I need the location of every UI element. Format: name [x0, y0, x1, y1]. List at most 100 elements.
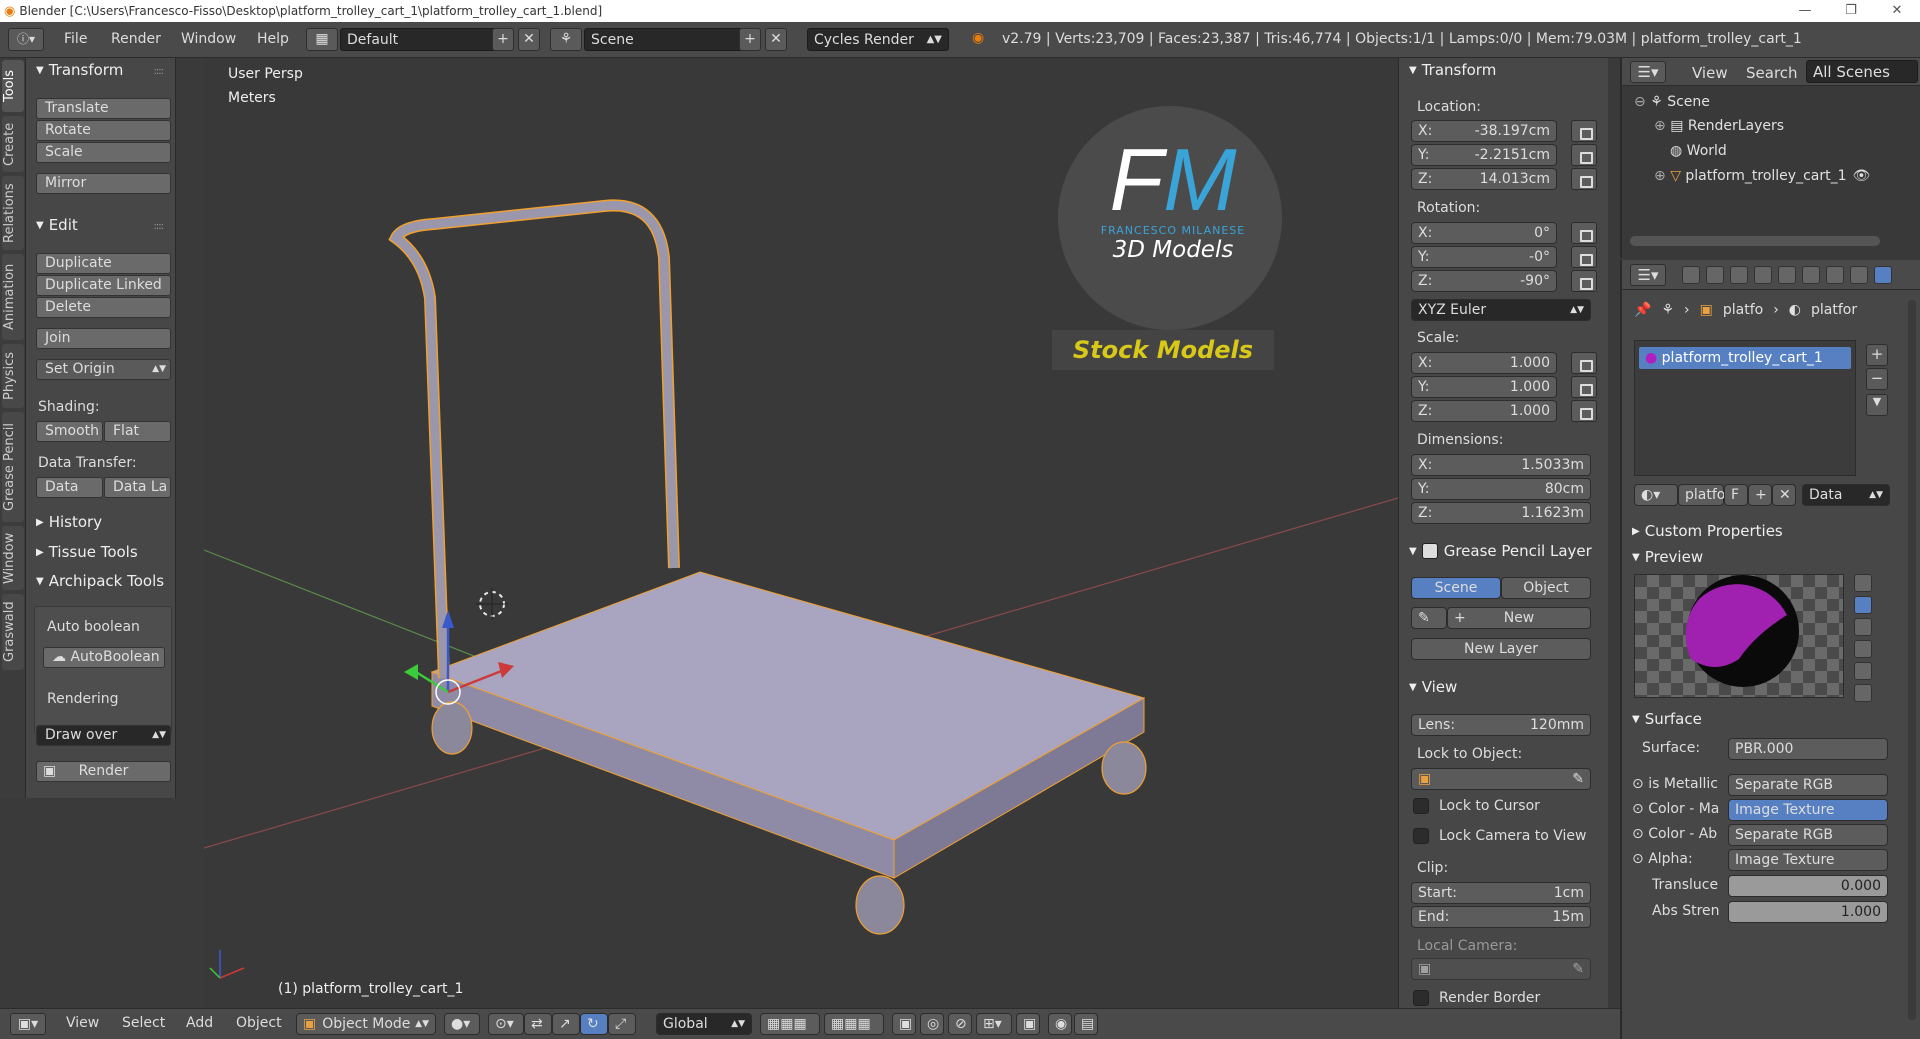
slot-menu-icon[interactable]: ▼ [1866, 394, 1888, 416]
clip-start-field[interactable]: Start: 1cm [1411, 882, 1591, 904]
layers-grid-a[interactable]: ▦▦▦ [760, 1013, 820, 1035]
rotate-manipulator-icon[interactable]: ↻ [580, 1013, 608, 1035]
cube-preview-icon[interactable] [1854, 618, 1872, 636]
lens-field[interactable]: Lens: 120mm [1411, 714, 1591, 736]
surface-shader-field[interactable]: PBR.000 [1728, 738, 1888, 760]
tab-grease-pencil[interactable]: Grease Pencil [2, 412, 24, 522]
custom-properties-header[interactable]: ▶ Custom Properties [1632, 522, 1783, 540]
scene-toggle-button[interactable]: Scene [1411, 577, 1501, 599]
dimension-y-field[interactable]: Y: 80cm [1411, 478, 1591, 500]
rotation-x-field[interactable]: X: 0° [1411, 222, 1557, 244]
new-material-icon[interactable]: + [1748, 484, 1772, 506]
editor-type-button[interactable]: ▣▾ [10, 1013, 46, 1035]
translucency-slider[interactable]: 0.000 [1728, 875, 1888, 897]
lock-to-cursor-checkbox[interactable] [1413, 798, 1429, 814]
render-tab-icon[interactable] [1682, 266, 1700, 284]
lock-icon[interactable] [1571, 376, 1597, 398]
menu-view[interactable]: View [66, 1015, 99, 1031]
snap-icon[interactable]: ⊘ [948, 1013, 972, 1035]
render-border-checkbox[interactable] [1413, 990, 1429, 1006]
editor-type-button[interactable]: ⓘ▾ [8, 28, 44, 51]
material-slots-list[interactable]: ● platform_trolley_cart_1 [1634, 340, 1856, 476]
outliner-item-renderlayers[interactable]: ⊕ ▤ RenderLayers [1654, 118, 1784, 134]
grip-icon[interactable]: :::: [154, 66, 165, 77]
duplicate-linked-button[interactable]: Duplicate Linked [36, 275, 171, 296]
flat-preview-icon[interactable] [1854, 574, 1872, 592]
scale-z-field[interactable]: Z: 1.000 [1411, 400, 1557, 422]
mode-dropdown[interactable]: ▣ Object Mode ▲▼ [296, 1013, 436, 1035]
data-button[interactable]: Data [36, 477, 103, 498]
tab-window[interactable]: Window [2, 526, 24, 590]
tissue-tools-panel-header[interactable]: ▶ Tissue Tools [36, 543, 138, 561]
screen-layout-icon[interactable]: ▦ [306, 28, 338, 51]
properties-type-icon[interactable]: ☰▾ [1630, 264, 1666, 286]
outliner-menu-view[interactable]: View [1692, 64, 1728, 82]
n-transform-header[interactable]: ▼ Transform [1409, 61, 1496, 79]
layers-grid-b[interactable]: ▦▦▦ [824, 1013, 884, 1035]
lock-icon[interactable] [1571, 270, 1597, 292]
tab-animation[interactable]: Animation [2, 254, 24, 340]
manipulator-toggle-icon[interactable]: ⇄ [524, 1013, 552, 1035]
outliner-item-trolley[interactable]: ⊕ ▽ platform_trolley_cart_1 👁 [1654, 168, 1920, 184]
input-2-link[interactable]: Separate RGB [1728, 824, 1888, 846]
view-panel-header[interactable]: ▼ View [1409, 678, 1457, 696]
outliner-scrollbar[interactable] [1630, 236, 1880, 246]
new-grease-pencil-button[interactable]: + New [1447, 607, 1591, 629]
menu-help[interactable]: Help [257, 31, 289, 47]
add-screen-icon[interactable]: + [492, 28, 514, 51]
menu-add[interactable]: Add [186, 1015, 213, 1031]
archipack-panel-header[interactable]: ▼ Archipack Tools [36, 572, 164, 590]
orientation-dropdown[interactable]: Global ▲▼ [656, 1013, 752, 1035]
preview-header[interactable]: ▼ Preview [1632, 548, 1703, 566]
lock-icon[interactable] [1571, 400, 1597, 422]
outliner-menu-search[interactable]: Search [1746, 64, 1798, 82]
world-tab-icon[interactable] [1754, 266, 1772, 284]
tab-relations[interactable]: Relations [2, 176, 24, 250]
lock-icon[interactable] [1571, 222, 1597, 244]
material-tab-icon[interactable] [1874, 266, 1892, 284]
data-tab-icon[interactable] [1850, 266, 1868, 284]
history-panel-header[interactable]: ▶ History [36, 513, 102, 531]
set-origin-dropdown[interactable]: Set Origin ▲▼ [36, 359, 171, 380]
data-layers-button[interactable]: Data La [104, 477, 171, 498]
grease-pencil-layer-header[interactable]: ▼ Grease Pencil Layer [1409, 542, 1592, 560]
remove-slot-icon[interactable]: − [1866, 368, 1888, 390]
eye-icon[interactable]: 👁 [1853, 168, 1871, 184]
menu-file[interactable]: File [64, 31, 87, 47]
pivot-icon[interactable]: ⊙▾ [488, 1013, 524, 1035]
tab-create[interactable]: Create [2, 116, 24, 172]
render-preview-icon[interactable]: ◉ [1048, 1013, 1072, 1035]
hair-preview-icon[interactable] [1854, 662, 1872, 680]
minimize-icon[interactable]: — [1782, 0, 1828, 22]
eyedropper-icon[interactable]: ✎ [1431, 771, 1584, 787]
translate-button[interactable]: Translate [36, 98, 171, 119]
surface-header[interactable]: ▼ Surface [1632, 710, 1702, 728]
fake-user-button[interactable]: F [1724, 484, 1748, 506]
translate-manipulator-icon[interactable]: ↗ [552, 1013, 580, 1035]
input-3-link[interactable]: Image Texture [1728, 849, 1888, 871]
lock-icon[interactable] [1571, 352, 1597, 374]
duplicate-button[interactable]: Duplicate [36, 253, 171, 274]
menu-object[interactable]: Object [236, 1015, 282, 1031]
remove-scene-icon[interactable]: ✕ [765, 28, 787, 51]
autoboolean-button[interactable]: ☁ AutoBoolean [43, 647, 165, 668]
smooth-button[interactable]: Smooth [36, 421, 103, 442]
scene-icon[interactable]: ⚘ [550, 28, 582, 51]
shading-mode-icon[interactable]: ●▾ [444, 1013, 480, 1035]
3d-viewport[interactable]: User Persp Meters FM FRANCESCO MILANESE … [204, 58, 1398, 1008]
outliner-filter-dropdown[interactable]: All Scenes [1806, 60, 1918, 83]
maximize-icon[interactable]: ❐ [1828, 0, 1874, 22]
lock-icon[interactable] [1571, 144, 1597, 166]
remove-screen-icon[interactable]: ✕ [518, 28, 540, 51]
outliner-item-scene[interactable]: ⊖ ⚘ Scene [1634, 94, 1710, 110]
unlink-material-icon[interactable]: ✕ [1772, 484, 1796, 506]
object-toggle-button[interactable]: Object [1501, 577, 1591, 599]
snap-target-icon[interactable]: ▣ [1016, 1013, 1040, 1035]
material-browse-icon[interactable]: ◐▾ [1634, 484, 1678, 506]
location-z-field[interactable]: Z: 14.013cm [1411, 168, 1557, 190]
rotation-mode-dropdown[interactable]: XYZ Euler ▲▼ [1411, 299, 1591, 321]
menu-select[interactable]: Select [122, 1015, 165, 1031]
layers-tab-icon[interactable] [1706, 266, 1724, 284]
dimension-z-field[interactable]: Z: 1.1623m [1411, 502, 1591, 524]
location-y-field[interactable]: Y: -2.2151cm [1411, 144, 1557, 166]
